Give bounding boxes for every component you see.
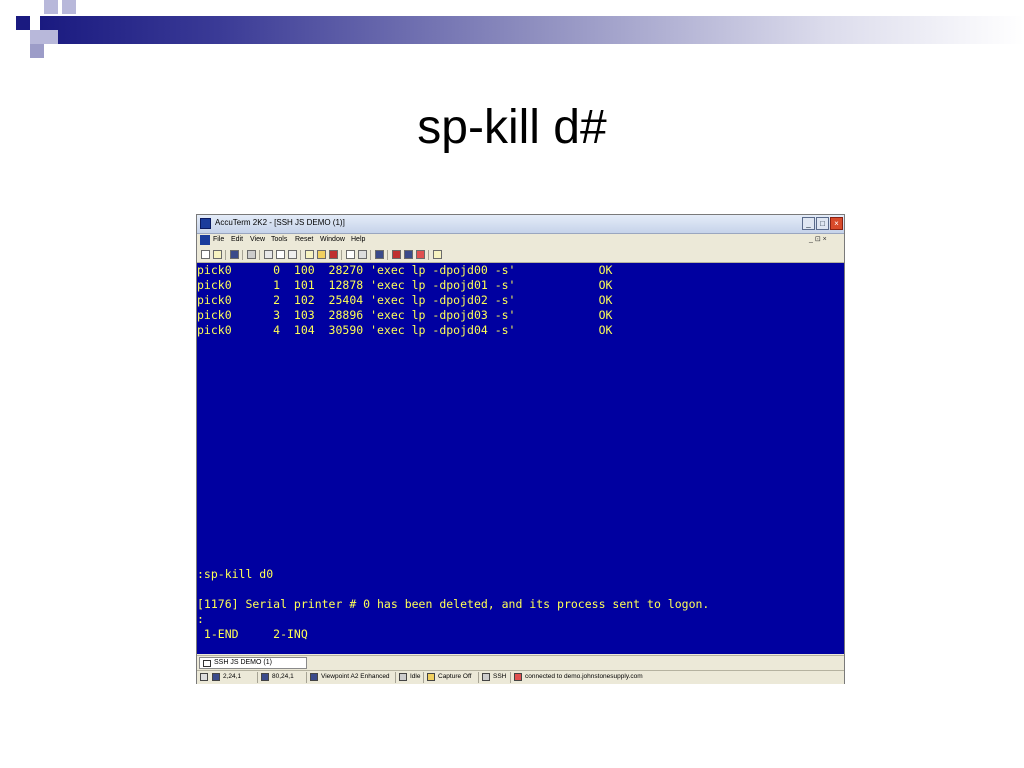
- toolbar-separator: [341, 250, 342, 260]
- terminal-line: pick0 1 101 12878 'exec lp -dpojd01 -s' …: [197, 278, 613, 292]
- status-emulation: Viewpoint A2 Enhanced: [321, 673, 390, 680]
- status-separator: [510, 672, 511, 683]
- session-tab-icon: [203, 660, 211, 667]
- session-tab-label: SSH JS DEMO (1): [214, 659, 272, 666]
- status-cursor: 2,24,1: [223, 673, 242, 680]
- print-icon[interactable]: [247, 250, 256, 259]
- maximize-button[interactable]: □: [816, 217, 829, 230]
- status-printer: Idle: [410, 673, 421, 680]
- toolbar: [197, 248, 844, 263]
- macro-icon[interactable]: [392, 250, 401, 259]
- toolbar-separator: [225, 250, 226, 260]
- menu-edit[interactable]: Edit: [231, 236, 243, 243]
- decor-square: [44, 0, 58, 14]
- status-separator: [478, 672, 479, 683]
- terminal-function-keys: 1-END 2-INQ: [197, 627, 308, 641]
- help-icon[interactable]: [433, 250, 442, 259]
- menu-tools[interactable]: Tools: [271, 236, 287, 243]
- status-separator: [395, 672, 396, 683]
- keyboard-icon[interactable]: [358, 250, 367, 259]
- decor-square: [30, 44, 44, 58]
- terminal-line: pick0 4 104 30590 'exec lp -dpojd04 -s' …: [197, 323, 613, 337]
- session-tab[interactable]: SSH JS DEMO (1): [199, 657, 307, 669]
- window-titlebar[interactable]: AccuTerm 2K2 - [SSH JS DEMO (1)] _ □ ×: [197, 215, 844, 234]
- connect-icon[interactable]: [305, 250, 314, 259]
- connection-icon: [514, 673, 522, 681]
- minimize-button[interactable]: _: [802, 217, 815, 230]
- script-icon[interactable]: [404, 250, 413, 259]
- decor-square: [16, 16, 30, 30]
- terminal-line: pick0 0 100 28270 'exec lp -dpojd00 -s' …: [197, 263, 613, 277]
- decor-square: [44, 30, 58, 44]
- menu-help[interactable]: Help: [351, 236, 365, 243]
- ssh-icon: [482, 673, 490, 681]
- session-tab-bar: SSH JS DEMO (1): [197, 655, 844, 670]
- toolbar-separator: [428, 250, 429, 260]
- status-protocol: SSH: [493, 673, 507, 680]
- new-icon[interactable]: [201, 250, 210, 259]
- screen-size-icon: [261, 673, 269, 681]
- printer-icon: [399, 673, 407, 681]
- settings-icon[interactable]: [346, 250, 355, 259]
- status-connection: connected to demo.johnstonesupply.com: [525, 673, 643, 680]
- slide-title: sp-kill d#: [417, 101, 607, 154]
- document-icon[interactable]: [200, 235, 210, 245]
- menu-file[interactable]: File: [213, 236, 224, 243]
- app-icon: [200, 218, 211, 229]
- terminal-prompt-line: :: [197, 612, 204, 626]
- terminal-command-line: :sp-kill d0: [197, 567, 274, 581]
- menu-window[interactable]: Window: [320, 236, 345, 243]
- menu-reset[interactable]: Reset: [295, 236, 313, 243]
- save-icon[interactable]: [230, 250, 239, 259]
- terminal-line: pick0 3 103 28896 'exec lp -dpojd03 -s' …: [197, 308, 613, 322]
- status-capture: Capture Off: [438, 673, 472, 680]
- toolbar-separator: [370, 250, 371, 260]
- terminal-screen[interactable]: pick0 0 100 28270 'exec lp -dpojd00 -s' …: [197, 263, 844, 654]
- close-button[interactable]: ×: [830, 217, 843, 230]
- status-indicator-icon: [200, 673, 208, 681]
- emulation-icon: [310, 673, 318, 681]
- cut-icon[interactable]: [264, 250, 273, 259]
- capture-icon: [427, 673, 435, 681]
- window-title: AccuTerm 2K2 - [SSH JS DEMO (1)]: [215, 218, 345, 227]
- toolbar-separator: [300, 250, 301, 260]
- cursor-position-icon: [212, 673, 220, 681]
- toolbar-separator: [259, 250, 260, 260]
- title-gradient-bar: [40, 16, 1024, 44]
- status-separator: [423, 672, 424, 683]
- decor-square: [62, 0, 76, 14]
- paste-icon[interactable]: [288, 250, 297, 259]
- toolbar-separator: [387, 250, 388, 260]
- menu-bar: File Edit View Tools Reset Window Help _…: [197, 234, 844, 247]
- toolbar-separator: [242, 250, 243, 260]
- decor-square: [30, 30, 44, 44]
- session-icon[interactable]: [375, 250, 384, 259]
- open-folder-icon[interactable]: [213, 250, 222, 259]
- menu-view[interactable]: View: [250, 236, 265, 243]
- terminal-line: pick0 2 102 25404 'exec lp -dpojd02 -s' …: [197, 293, 613, 307]
- terminal-window: AccuTerm 2K2 - [SSH JS DEMO (1)] _ □ × F…: [196, 214, 845, 684]
- status-separator: [306, 672, 307, 683]
- status-size: 80,24,1: [272, 673, 294, 680]
- mdi-controls[interactable]: _ ⊡ ×: [809, 235, 827, 243]
- stop-icon[interactable]: [329, 250, 338, 259]
- disconnect-icon[interactable]: [317, 250, 326, 259]
- debug-icon[interactable]: [416, 250, 425, 259]
- copy-icon[interactable]: [276, 250, 285, 259]
- terminal-output-line: [1176] Serial printer # 0 has been delet…: [197, 597, 710, 611]
- status-bar: 2,24,1 80,24,1 Viewpoint A2 Enhanced Idl…: [197, 670, 844, 684]
- status-separator: [257, 672, 258, 683]
